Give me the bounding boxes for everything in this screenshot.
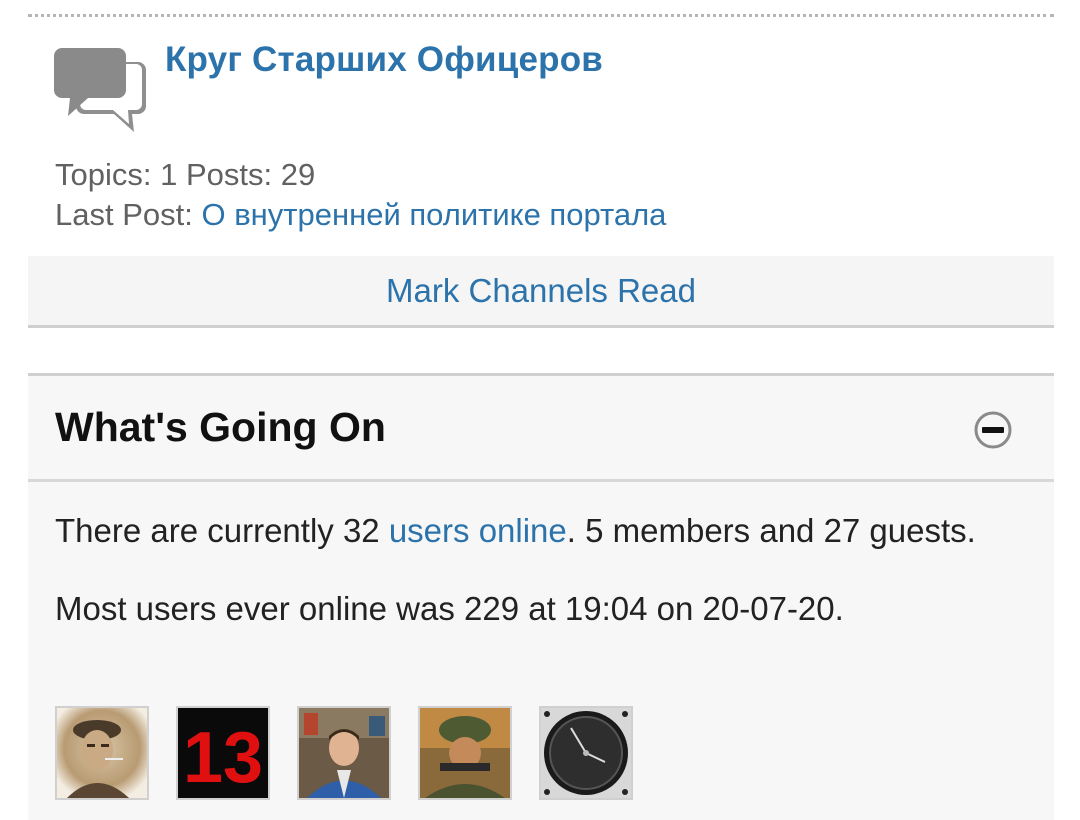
online-prefix: There are currently 32 xyxy=(55,512,389,549)
channel-row: Круг Старших Офицеров Topics: 1 Posts: 2… xyxy=(28,30,1054,256)
avatar-soldier-painting[interactable] xyxy=(418,706,512,800)
last-post-link[interactable]: О внутренней политике портала xyxy=(201,197,666,232)
avatar-speed-gauge[interactable] xyxy=(539,706,633,800)
topics-label: Topics: xyxy=(55,157,152,192)
mark-channels-read-button[interactable]: Mark Channels Read xyxy=(28,256,1054,328)
topics-count: 1 xyxy=(160,157,178,192)
online-members-avatars: 13 xyxy=(55,706,660,800)
avatar-officer-portrait[interactable] xyxy=(55,706,149,800)
whats-going-on-body: There are currently 32 users online. 5 m… xyxy=(28,482,1054,630)
avatar-man-photo[interactable] xyxy=(297,706,391,800)
channel-title-link[interactable]: Круг Старших Офицеров xyxy=(165,40,603,80)
minus-circle-icon[interactable] xyxy=(973,410,1013,450)
record-online-text: Most users ever online was 229 at 19:04 … xyxy=(55,590,844,627)
online-suffix: . 5 members and 27 guests. xyxy=(566,512,976,549)
posts-label: Posts: xyxy=(185,157,273,192)
last-post-label: Last Post: xyxy=(55,197,193,232)
whats-going-on-panel: What's Going On There are currently 32 u… xyxy=(28,373,1054,820)
online-users-text: There are currently 32 users online. 5 m… xyxy=(55,510,1027,552)
top-dotted-divider xyxy=(28,14,1054,17)
speech-bubbles-icon xyxy=(54,48,146,134)
last-post-line: Last Post: О внутренней политике портала xyxy=(55,195,666,235)
posts-count: 29 xyxy=(280,157,316,192)
users-online-link[interactable]: users online xyxy=(389,512,567,549)
whats-going-on-header: What's Going On xyxy=(28,376,1054,482)
whats-going-on-title: What's Going On xyxy=(55,404,386,450)
avatar-number-13[interactable]: 13 xyxy=(176,706,270,800)
avatar-13-text: 13 xyxy=(183,718,263,798)
channel-counts: Topics: 1 Posts: 29 xyxy=(55,155,666,195)
channel-stats: Topics: 1 Posts: 29 Last Post: О внутрен… xyxy=(55,155,666,235)
